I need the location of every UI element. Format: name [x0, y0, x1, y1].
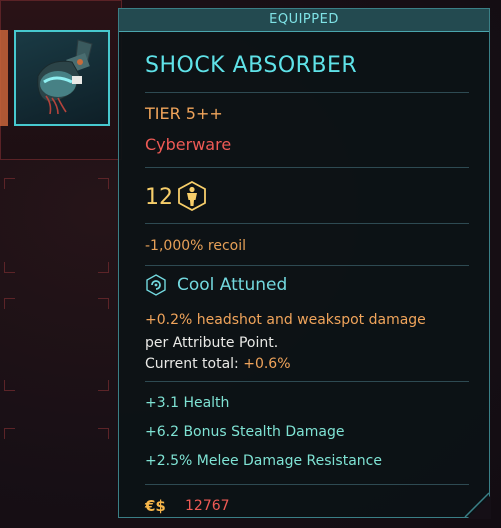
cool-attuned-label: Cool Attuned [177, 275, 288, 295]
shock-absorber-item-icon [37, 39, 93, 115]
item-tier: TIER 5++ [145, 104, 223, 123]
divider [145, 167, 469, 168]
slot-corner [98, 380, 109, 391]
item-type: Cyberware [145, 135, 232, 154]
eurodollar-icon: €$ [145, 497, 166, 515]
slot-corner [4, 262, 15, 273]
slot-corner [4, 178, 15, 189]
slot-corner [98, 428, 109, 439]
bonus-stat: +2.5% Melee Damage Resistance [145, 453, 382, 469]
item-tooltip: EQUIPPED SHOCK ABSORBER TIER 5++ Cyberwa… [118, 8, 491, 519]
item-name: SHOCK ABSORBER [145, 53, 358, 78]
slot-corner [4, 298, 15, 309]
attunement-effect: +0.2% headshot and weakspot damage [145, 312, 426, 328]
bonus-stat: +6.2 Bonus Stealth Damage [145, 424, 345, 440]
divider [145, 381, 469, 382]
slot-corner [98, 262, 109, 273]
recoil-stat: -1,000% recoil [145, 238, 246, 254]
equipped-label: EQUIPPED [269, 12, 339, 27]
divider [145, 92, 469, 93]
divider [145, 223, 469, 224]
inventory-screen: EQUIPPED SHOCK ABSORBER TIER 5++ Cyberwa… [0, 0, 501, 528]
requirement-value: 12 [145, 185, 173, 210]
shock-absorber-item-slot[interactable] [14, 30, 110, 126]
cool-attribute-icon [146, 274, 166, 296]
bonus-stat: +3.1 Health [145, 395, 230, 411]
divider [145, 265, 469, 266]
slot-corner [4, 428, 15, 439]
slot-corner [4, 380, 15, 391]
slot-corner [98, 298, 109, 309]
slot-corner [98, 178, 109, 189]
tooltip-header: EQUIPPED [119, 9, 489, 32]
current-total-value: +0.6% [243, 356, 291, 372]
panel-corner-line [464, 492, 489, 517]
body-attribute-icon [178, 181, 206, 211]
attunement-current-total: Current total: +0.6% [145, 356, 291, 372]
item-price: 12767 [185, 498, 230, 514]
slot-highlight-strip [0, 30, 8, 126]
divider [145, 484, 469, 485]
current-total-label: Current total: [145, 356, 244, 372]
attunement-per-point: per Attribute Point. [145, 335, 279, 351]
